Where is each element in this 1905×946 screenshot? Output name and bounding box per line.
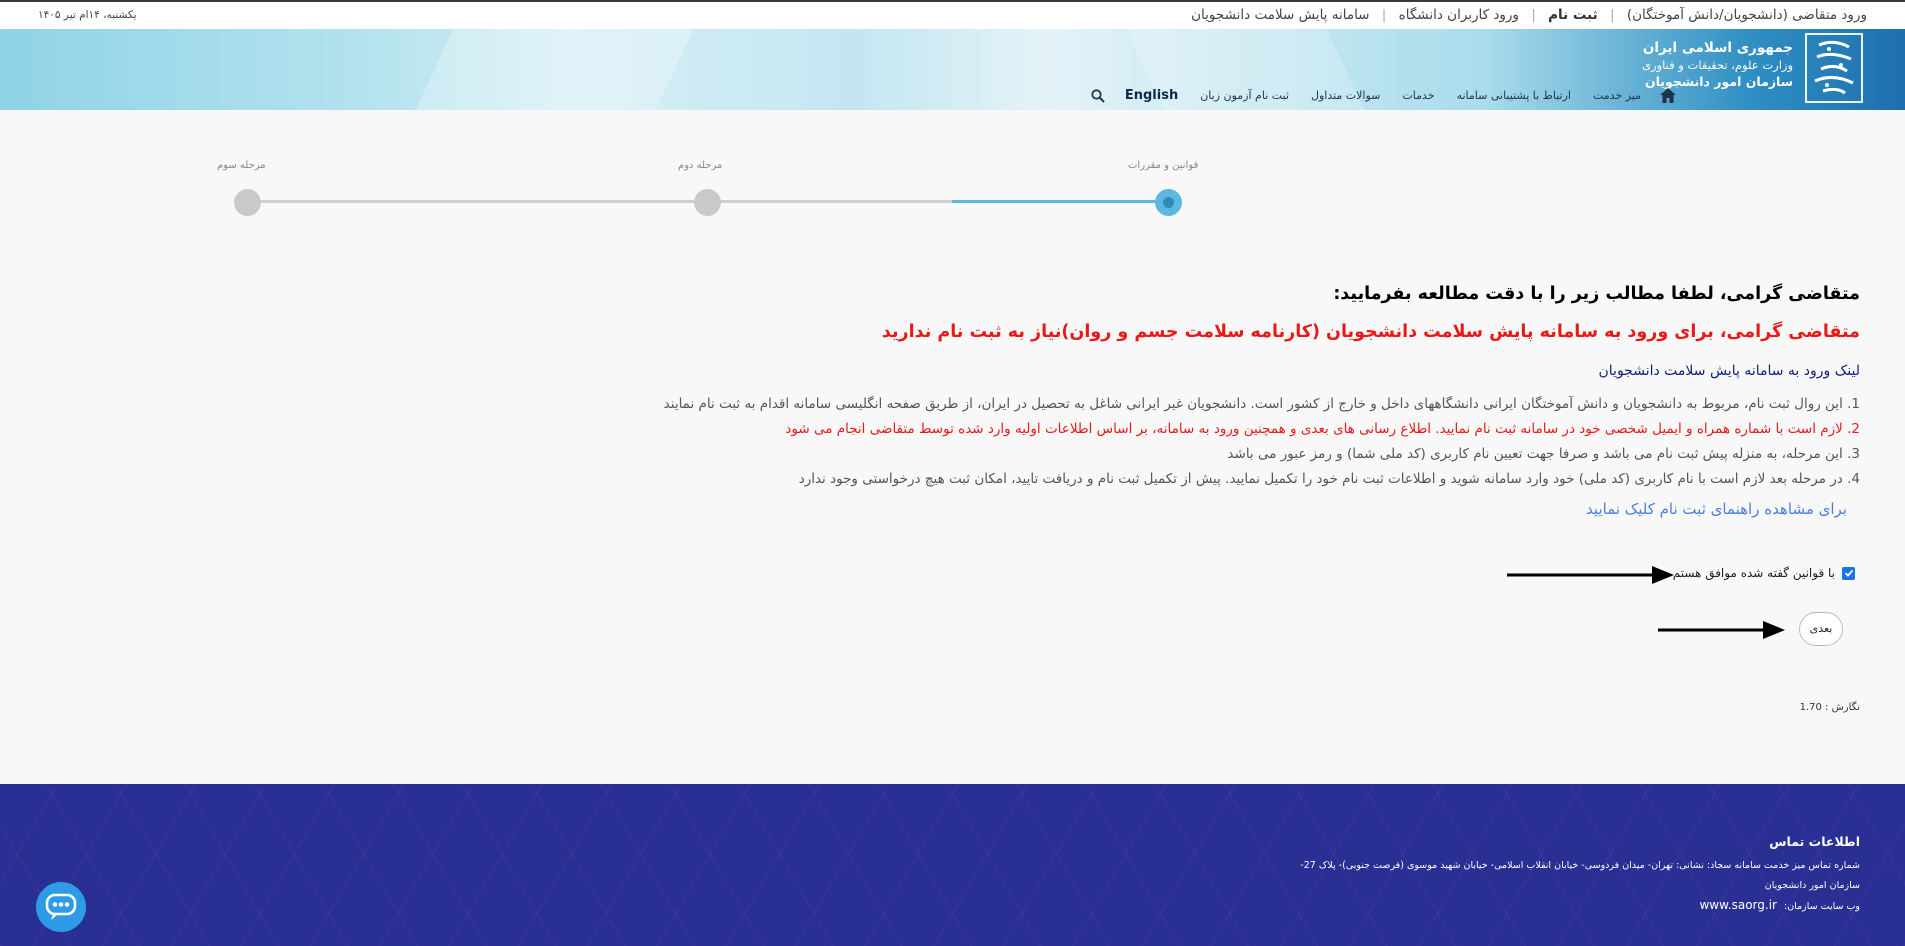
search-icon[interactable]	[1091, 88, 1105, 103]
nav-language-test[interactable]: ثبت نام آزمون زبان	[1200, 89, 1289, 102]
footer-org-name: سازمان امور دانشجویان	[1764, 880, 1860, 891]
agree-terms: با قوانین گفته شده موافق هستم	[1673, 566, 1855, 580]
step-3-dot	[234, 189, 261, 216]
logo-line-1: جمهوری اسلامی ایران	[1642, 40, 1793, 56]
footer-address: شماره تماس میز خدمت سامانه سجاد: نشانی: …	[1300, 860, 1860, 871]
arrow-annotation-icon	[1507, 566, 1674, 584]
current-date: یکشنبه، ۱۴ام تیر ۱۴۰۵	[38, 9, 137, 21]
check-icon	[1844, 569, 1853, 577]
nav-support[interactable]: ارتباط با پشتیبانی سامانه	[1457, 89, 1571, 102]
rule-item: 4. در مرحله بعد لازم است با نام کاربری (…	[798, 471, 1860, 487]
step-1-label: قوانین و مقررات	[1128, 160, 1199, 171]
health-system-link[interactable]: سامانه پایش سلامت دانشجویان	[1191, 7, 1369, 23]
step-2-dot	[694, 189, 721, 216]
nav-services[interactable]: خدمات	[1402, 89, 1434, 102]
page-heading: متقاضی گرامی، لطفا مطالب زیر را با دقت م…	[1333, 284, 1860, 304]
rule-item: 1. این روال ثبت نام، مربوط به دانشجویان …	[663, 396, 1860, 412]
nav-service-desk[interactable]: میز خدمت	[1593, 89, 1641, 102]
chat-bot-icon	[45, 893, 77, 920]
rule-item: 3. این مرحله، به منزله پیش ثبت نام می با…	[1227, 446, 1860, 462]
top-links: ورود متقاضی (دانشجویان/دانش آموختگان) | …	[1191, 7, 1867, 23]
organization-name: جمهوری اسلامی ایران وزارت علوم، تحقیقات …	[1642, 40, 1793, 89]
divider: |	[1381, 7, 1387, 23]
nav-english[interactable]: English	[1125, 88, 1178, 103]
health-system-entry-link[interactable]: لینک ورود به سامانه پایش سلامت دانشجویان	[1599, 363, 1861, 379]
divider: |	[1531, 7, 1536, 23]
footer-website-link[interactable]: www.saorg.ir	[1699, 898, 1777, 912]
logo-line-2: وزارت علوم، تحقیقات و فناوری	[1642, 58, 1793, 72]
organization-logo[interactable]	[1805, 33, 1863, 103]
step-2-label: مرحله دوم	[678, 160, 723, 171]
health-notice: متقاضی گرامی، برای ورود به سامانه پایش س…	[881, 322, 1860, 342]
home-icon[interactable]	[1659, 87, 1677, 104]
divider: |	[1610, 7, 1615, 23]
version-label: نگارش : 1.70	[1799, 702, 1860, 713]
step-3-label: مرحله سوم	[217, 160, 266, 171]
agree-checkbox[interactable]	[1842, 566, 1855, 580]
stepper-progress	[952, 200, 1168, 203]
next-button[interactable]: بعدی	[1799, 612, 1843, 646]
step-1-dot	[1155, 189, 1182, 216]
footer-website: وب سایت سازمان: www.saorg.ir	[1699, 898, 1860, 912]
register-link[interactable]: ثبت نام	[1548, 7, 1598, 23]
registration-guide-link[interactable]: برای مشاهده راهنمای ثبت نام کلیک نمایید	[1586, 500, 1847, 518]
footer-title: اطلاعات تماس	[1769, 834, 1860, 849]
rules-list: 1. این روال ثبت نام، مربوط به دانشجویان …	[664, 394, 1860, 494]
step-1-dot-center	[1163, 197, 1174, 208]
nav-faq[interactable]: سوالات متداول	[1311, 89, 1380, 102]
main-nav: میز خدمت ارتباط با پشتیبانی سامانه خدمات…	[1091, 87, 1677, 104]
header-banner: جمهوری اسلامی ایران وزارت علوم، تحقیقات …	[0, 29, 1905, 110]
logo-calligraphy-icon	[1814, 40, 1854, 95]
chat-button[interactable]	[36, 882, 86, 932]
applicant-login-link[interactable]: ورود متقاضی (دانشجویان/دانش آموختگان)	[1627, 7, 1867, 23]
footer-website-label: وب سایت سازمان:	[1784, 901, 1860, 912]
footer: اطلاعات تماس شماره تماس میز خدمت سامانه …	[0, 784, 1905, 946]
arrow-annotation-icon	[1658, 621, 1785, 639]
university-login-link[interactable]: ورود کاربران دانشگاه	[1399, 7, 1519, 23]
banner-decoration	[397, 29, 703, 110]
top-bar: ورود متقاضی (دانشجویان/دانش آموختگان) | …	[0, 0, 1905, 29]
rule-item: 2. لازم است با شماره همراه و ایمیل شخصی …	[785, 421, 1860, 437]
agree-label[interactable]: با قوانین گفته شده موافق هستم	[1673, 566, 1835, 580]
